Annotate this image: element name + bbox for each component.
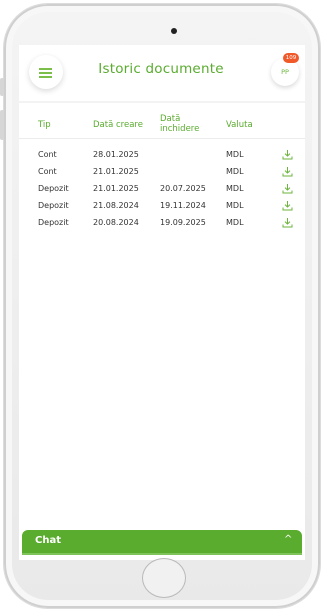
- page-title: Istoric documente: [98, 61, 224, 77]
- cell-tip: Depozit: [38, 201, 69, 210]
- hamburger-line-icon: [39, 72, 52, 74]
- download-icon[interactable]: [282, 166, 293, 177]
- chevron-up-icon[interactable]: ^: [284, 534, 292, 545]
- cell-tip: Depozit: [38, 184, 69, 193]
- cell-data-inchidere: 19.11.2024: [160, 201, 206, 210]
- column-header-data-inchidere: Dată inchidere: [160, 114, 200, 134]
- hamburger-line-icon: [39, 68, 52, 70]
- cell-valuta: MDL: [226, 201, 244, 210]
- chat-label: Chat: [35, 535, 61, 546]
- cell-data-creare: 21.08.2024: [93, 201, 139, 210]
- cell-valuta: MDL: [226, 184, 244, 193]
- cell-valuta: MDL: [226, 218, 244, 227]
- documents-table: Cont 28.01.2025 MDL Cont 21.01.2025 MDL …: [19, 148, 305, 233]
- download-icon[interactable]: [282, 200, 293, 211]
- cell-tip: Depozit: [38, 218, 69, 227]
- camera-dot: [171, 28, 177, 34]
- chat-underline: [22, 553, 302, 555]
- side-button: [0, 78, 4, 96]
- app-screen: Istoric documente PP 109 Tip Dată creare…: [19, 45, 305, 560]
- column-header-data-creare: Dată creare: [93, 120, 143, 130]
- cell-data-inchidere: 19.09.2025: [160, 218, 206, 227]
- cell-data-creare: 21.01.2025: [93, 167, 139, 176]
- download-icon[interactable]: [282, 149, 293, 160]
- cell-data-creare: 20.08.2024: [93, 218, 139, 227]
- table-header: Tip Dată creare Dată inchidere Valuta: [19, 105, 305, 137]
- menu-button[interactable]: [29, 55, 63, 89]
- header: Istoric documente PP 109: [19, 45, 305, 101]
- table-row: Depozit 21.08.2024 19.11.2024 MDL: [19, 199, 305, 216]
- cell-valuta: MDL: [226, 167, 244, 176]
- chat-bar[interactable]: Chat ^: [22, 530, 302, 553]
- table-row: Depozit 21.01.2025 20.07.2025 MDL: [19, 182, 305, 199]
- home-button[interactable]: [142, 558, 186, 598]
- table-divider: [19, 138, 305, 139]
- cell-data-creare: 21.01.2025: [93, 184, 139, 193]
- table-row: Cont 28.01.2025 MDL: [19, 148, 305, 165]
- cell-data-inchidere: 20.07.2025: [160, 184, 206, 193]
- download-icon[interactable]: [282, 217, 293, 228]
- download-icon[interactable]: [282, 183, 293, 194]
- cell-tip: Cont: [38, 150, 57, 159]
- notification-badge: 109: [283, 53, 299, 63]
- header-divider: [19, 101, 305, 103]
- column-header-tip: Tip: [38, 120, 51, 130]
- cell-data-creare: 28.01.2025: [93, 150, 139, 159]
- volume-button: [0, 110, 4, 140]
- column-header-valuta: Valuta: [226, 120, 253, 130]
- cell-valuta: MDL: [226, 150, 244, 159]
- table-row: Cont 21.01.2025 MDL: [19, 165, 305, 182]
- cell-tip: Cont: [38, 167, 57, 176]
- hamburger-line-icon: [39, 76, 52, 78]
- table-row: Depozit 20.08.2024 19.09.2025 MDL: [19, 216, 305, 233]
